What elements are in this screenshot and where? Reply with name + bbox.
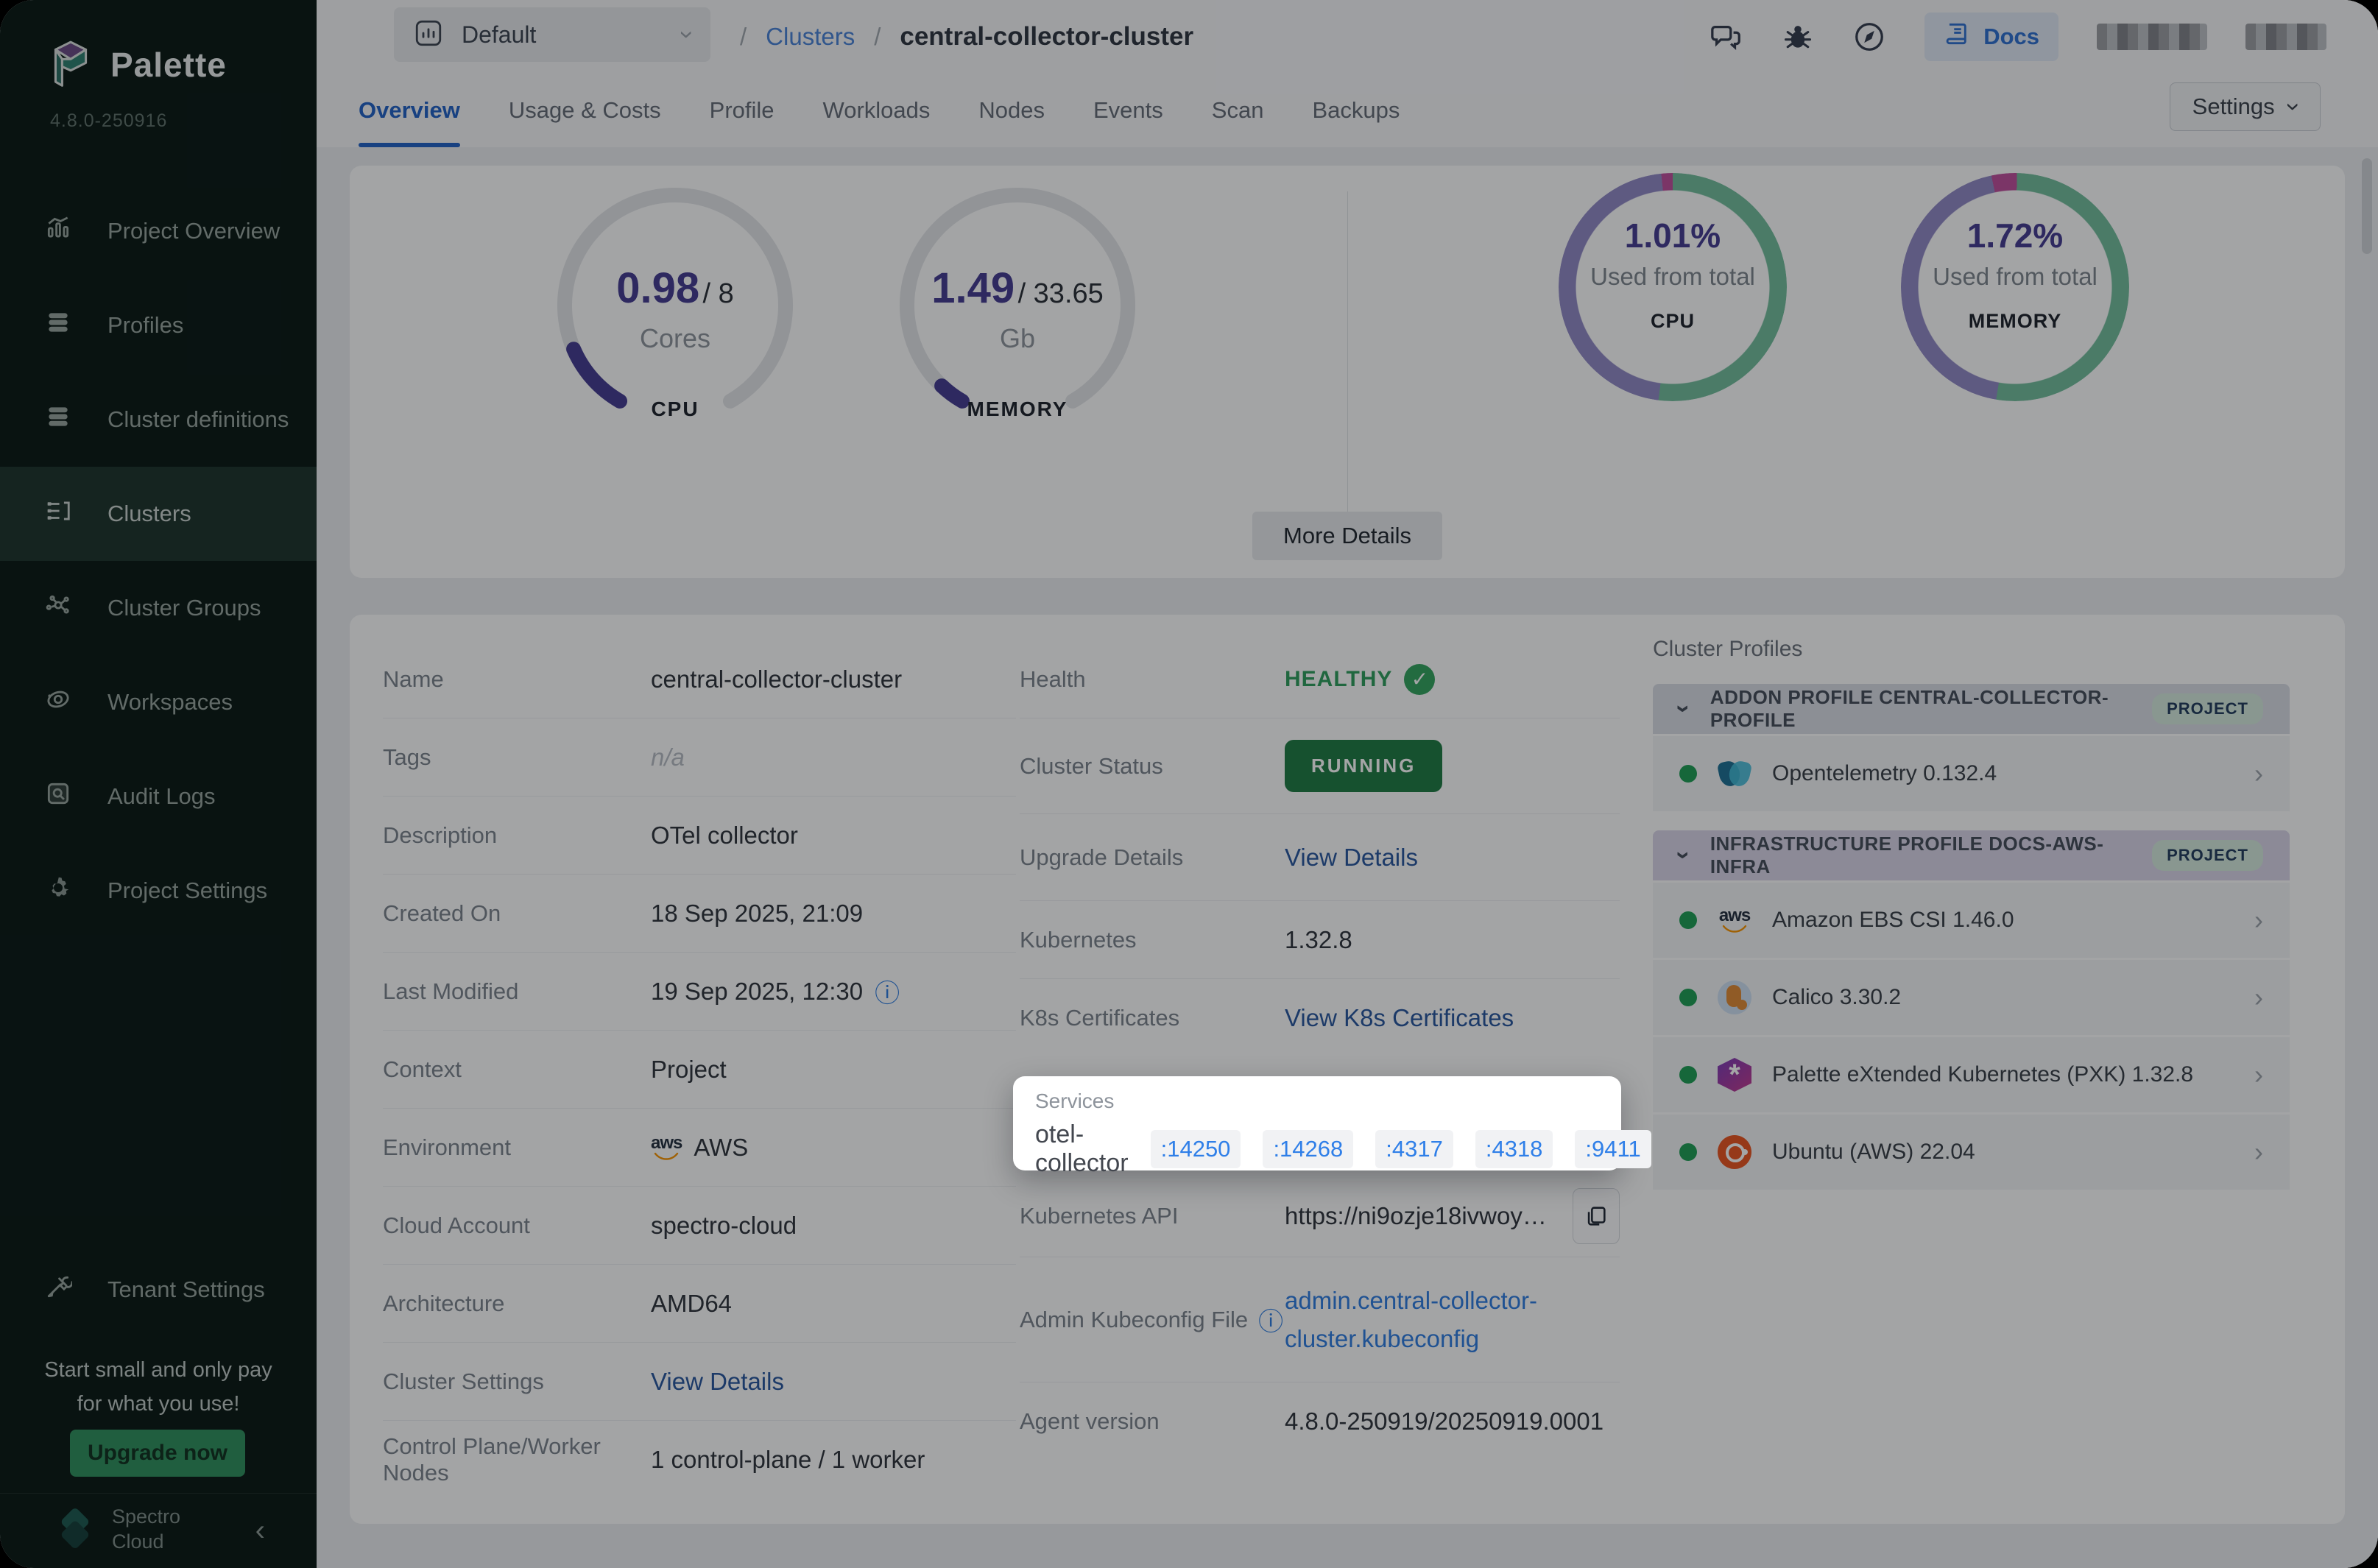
service-port-link[interactable]: :9411 — [1575, 1130, 1651, 1168]
service-name: otel-collector — [1035, 1120, 1129, 1178]
services-label: Services — [1035, 1090, 1599, 1113]
services-row: otel-collector :14250 :14268 :4317 :4318… — [1035, 1120, 1599, 1178]
service-port-link[interactable]: :4317 — [1375, 1130, 1453, 1168]
app-window: Palette 4.8.0-250916 Project Overview Pr… — [0, 0, 2378, 1568]
service-port-link[interactable]: :14250 — [1151, 1130, 1241, 1168]
services-spotlight-card: Services otel-collector :14250 :14268 :4… — [1013, 1076, 1621, 1170]
service-port-link[interactable]: :4318 — [1475, 1130, 1553, 1168]
service-port-link[interactable]: :14268 — [1263, 1130, 1353, 1168]
spotlight-dim-overlay — [0, 0, 2378, 1568]
